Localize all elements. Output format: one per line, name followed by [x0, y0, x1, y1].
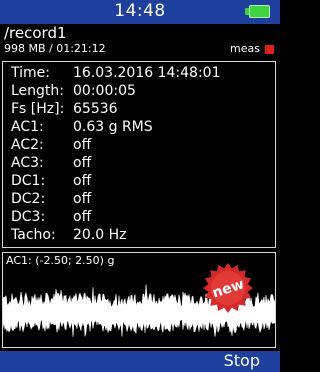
status-bar: 14:48: [0, 0, 280, 24]
detail-value: off: [73, 155, 92, 171]
meas-label: meas: [230, 42, 260, 55]
detail-key: AC3:: [11, 155, 44, 171]
battery-icon: [249, 5, 270, 18]
record-details-panel: Time: 16.03.2016 14:48:01 Length: 00:00:05…: [2, 61, 276, 248]
detail-value: off: [73, 173, 92, 189]
meas-indicator-icon: [265, 45, 274, 54]
record-path: /record1: [4, 24, 67, 42]
clock: 14:48: [114, 1, 166, 21]
detail-value: 16.03.2016 14:48:01: [73, 65, 221, 81]
detail-value: 00:00:05: [73, 83, 136, 99]
detail-value: 0.63 g RMS: [73, 119, 153, 135]
detail-key: Length:: [11, 83, 65, 99]
bottom-bar: Stop: [0, 351, 280, 372]
detail-key: DC3:: [11, 209, 46, 225]
new-badge-icon: new: [203, 263, 253, 313]
detail-key: Fs [Hz]:: [11, 101, 65, 117]
detail-key: DC2:: [11, 191, 46, 207]
graph-scale-label: AC1: (-2.50; 2.50) g: [6, 254, 115, 267]
detail-key: DC1:: [11, 173, 46, 189]
detail-value: off: [73, 209, 92, 225]
stop-button[interactable]: Stop: [224, 351, 260, 370]
storage-info: 998 MB / 01:21:12: [4, 42, 106, 55]
detail-value: off: [73, 191, 92, 207]
detail-value: off: [73, 137, 92, 153]
detail-value: 65536: [73, 101, 118, 117]
detail-value: 20.0 Hz: [73, 227, 127, 243]
detail-key: AC2:: [11, 137, 44, 153]
detail-key: AC1:: [11, 119, 44, 135]
detail-key: Time:: [11, 65, 50, 81]
detail-key: Tacho:: [11, 227, 56, 243]
